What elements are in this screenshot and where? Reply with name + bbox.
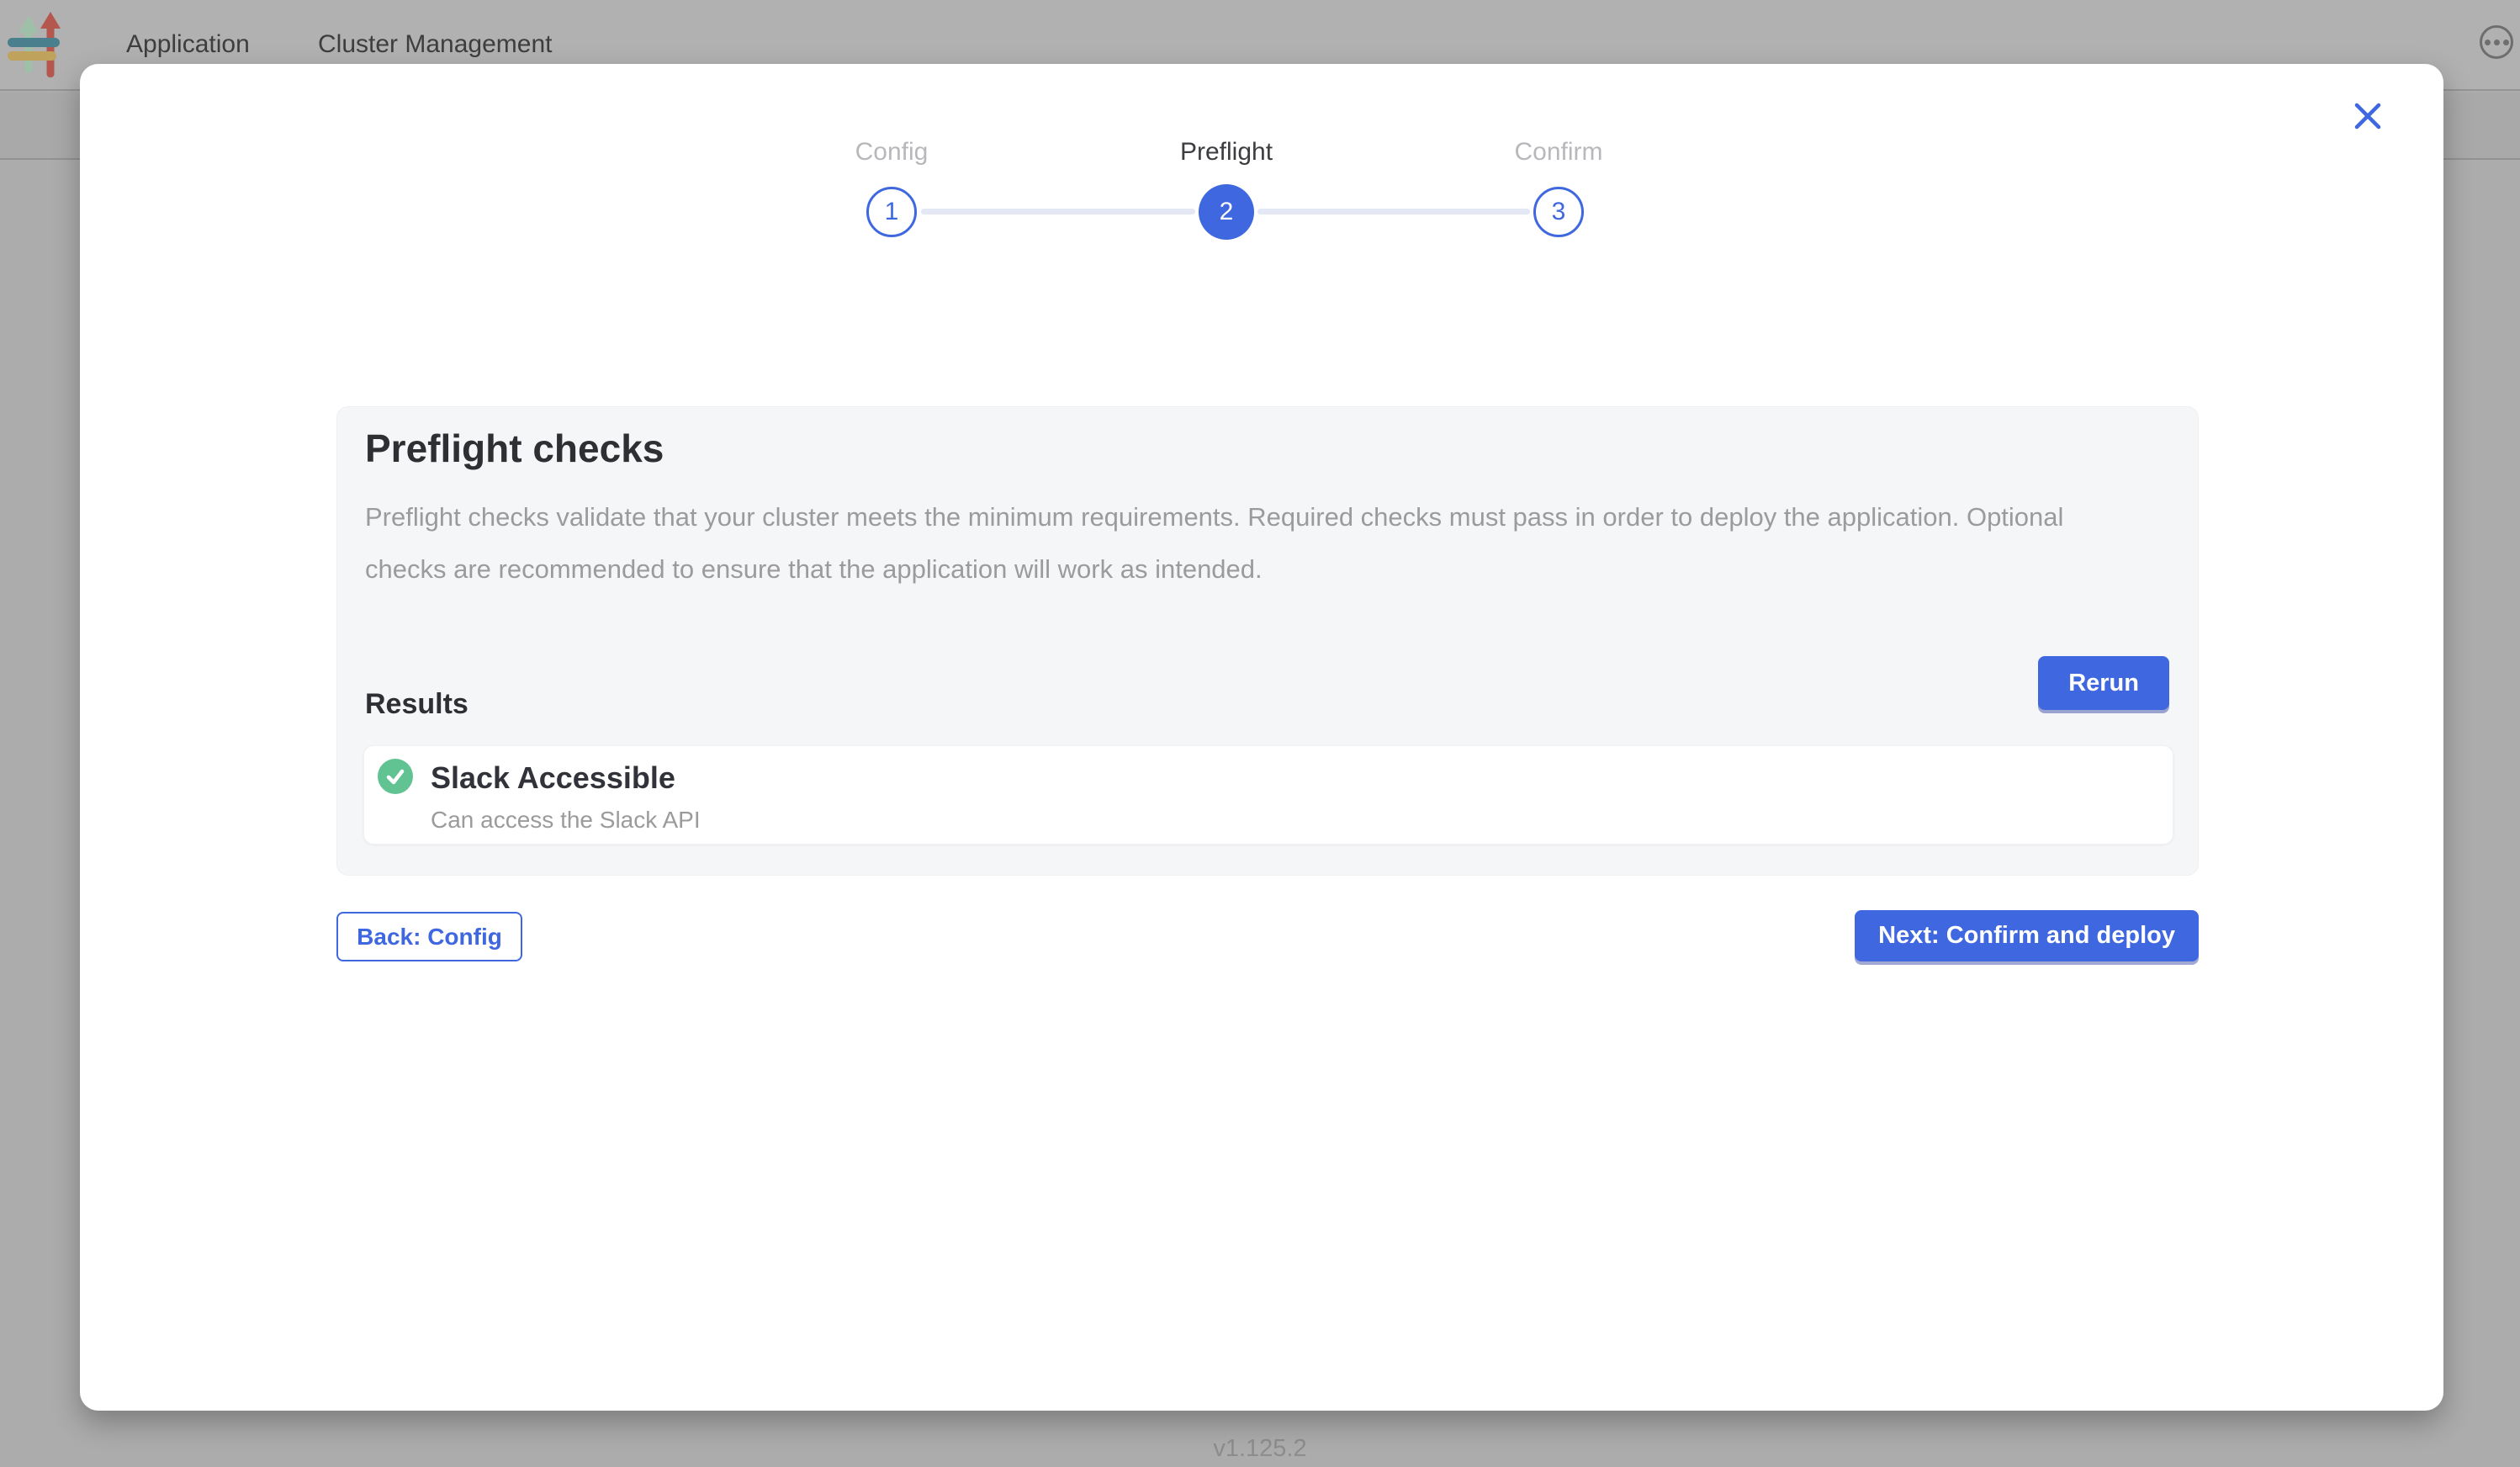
step-circle-preflight[interactable]: 2 [1199,184,1254,240]
preflight-panel: Preflight checks Preflight checks valida… [336,406,2199,876]
next-confirm-deploy-button[interactable]: Next: Confirm and deploy [1855,910,2199,961]
app-logo-icon [7,12,66,82]
check-description: Can access the Slack API [431,807,701,834]
step-circle-confirm[interactable]: 3 [1533,187,1584,237]
ellipsis-menu-icon[interactable] [2480,25,2513,59]
close-icon[interactable] [2346,94,2390,138]
panel-title: Preflight checks [365,426,664,471]
back-config-button[interactable]: Back: Config [336,912,522,961]
check-pass-icon [378,759,413,794]
panel-description: Preflight checks validate that your clus… [365,491,2131,596]
preflight-wizard-modal: Config Preflight Confirm 1 2 3 Preflight… [80,64,2443,1411]
preflight-check-row: Slack Accessible Can access the Slack AP… [363,745,2173,845]
results-heading: Results [365,688,469,721]
step-connector-2 [1257,209,1530,214]
step-connector-1 [921,209,1195,214]
rerun-button[interactable]: Rerun [2038,656,2169,710]
check-title: Slack Accessible [431,760,675,796]
app-version-label: v1.125.2 [0,1435,2520,1463]
step-label-confirm: Confirm [1514,138,1602,167]
step-label-config: Config [855,138,929,167]
step-label-preflight: Preflight [1180,138,1273,167]
step-circle-config[interactable]: 1 [866,187,917,237]
